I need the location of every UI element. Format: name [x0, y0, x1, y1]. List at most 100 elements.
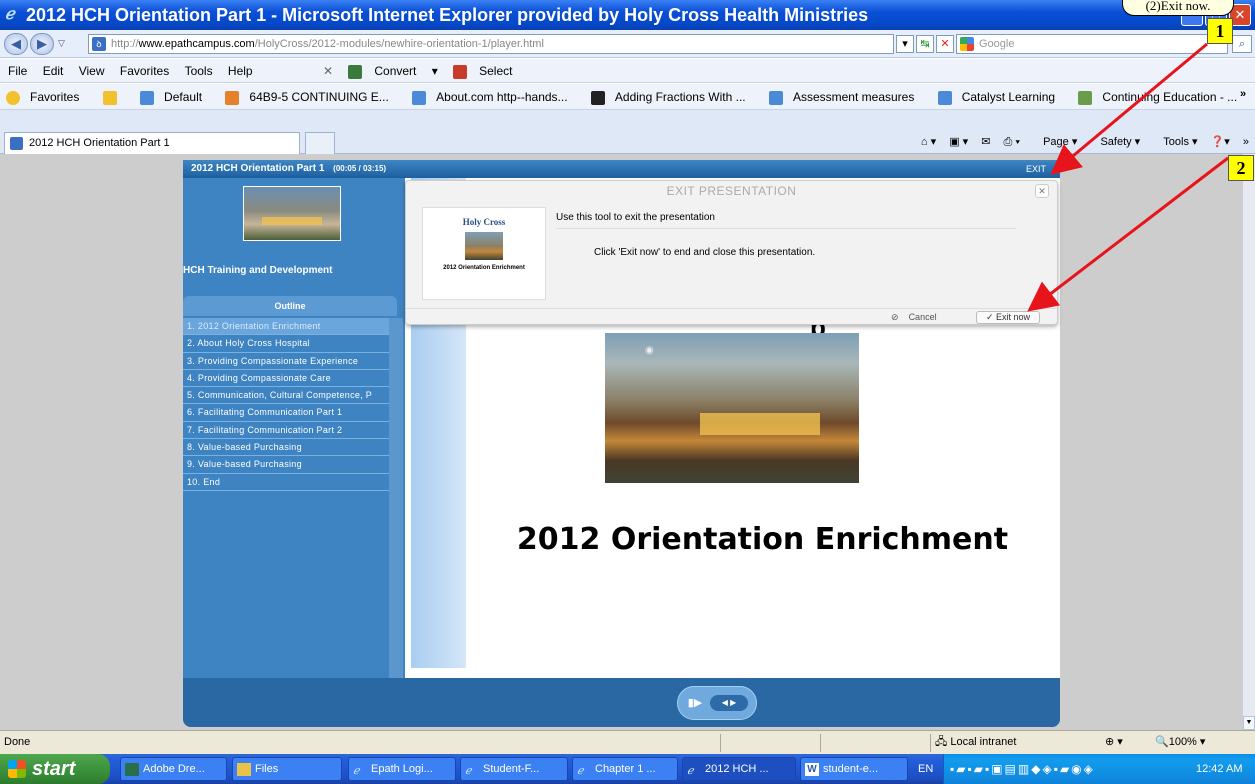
prev-next-icon[interactable]: ◀ ▶	[710, 695, 748, 711]
tools-menu[interactable]: Tools ▾	[1153, 136, 1197, 148]
command-bar: ⌂ ▾ ▣ ▾ ✉ ⎙ ▾ Page ▾ Safety ▾ Tools ▾ ❓▾…	[911, 132, 1249, 152]
history-dropdown-icon[interactable]: ▽	[58, 38, 65, 49]
page-icon	[1078, 90, 1093, 105]
player-title: 2012 HCH Orientation Part 1	[191, 163, 325, 174]
help-icon[interactable]: ❓▾	[1211, 136, 1230, 148]
task-hch-orientation[interactable]: ℯ 2012 HCH ...	[682, 757, 796, 781]
select-button[interactable]: Select	[453, 59, 524, 83]
photo-windows	[700, 413, 820, 435]
thumbnail-windows	[262, 217, 322, 225]
scroll-down-icon[interactable]: ▼	[1243, 716, 1255, 730]
menu-help[interactable]: Help	[228, 59, 253, 83]
status-bar: Done 🖧 Local intranet ⊕ ▾ 🔍100% ▾	[0, 730, 1255, 754]
safety-menu[interactable]: Safety ▾	[1090, 136, 1140, 148]
close-icon[interactable]: ✕	[1035, 184, 1049, 198]
zone-label: Local intranet	[950, 736, 1017, 748]
start-button[interactable]: start	[0, 754, 110, 784]
menu-edit[interactable]: Edit	[43, 59, 64, 83]
page-scrollbar[interactable]: ▼	[1242, 154, 1255, 730]
url-dropdown-icon[interactable]: ▾	[896, 35, 914, 53]
play-pause-icon[interactable]: ▮▶	[686, 694, 704, 712]
task-chapter1[interactable]: ℯ Chapter 1 ...	[572, 757, 678, 781]
exit-link[interactable]: EXIT	[1026, 160, 1046, 178]
refresh-icon[interactable]: ↹	[916, 35, 934, 53]
fav-label: Adding Fractions With ...	[614, 90, 746, 104]
language-indicator[interactable]: EN	[918, 754, 933, 784]
task-epath[interactable]: ℯ Epath Logi...	[348, 757, 456, 781]
task-student-e[interactable]: Wstudent-e...	[800, 757, 908, 781]
print-icon[interactable]: ⎙ ▾	[1004, 136, 1020, 148]
menu-file[interactable]: File	[8, 59, 27, 83]
exit-now-button[interactable]: ✓ Exit now	[976, 311, 1040, 324]
convert-button[interactable]: Convert ▾	[348, 59, 438, 83]
fav-label: Default	[164, 90, 203, 104]
tray-icons[interactable]: ▪▰▪▰▪▣▤▥◆◈▪▰◉◈	[950, 754, 1095, 784]
menu-view[interactable]: View	[79, 59, 105, 83]
outline-item[interactable]: 2. About Holy Cross Hospital	[183, 335, 389, 353]
zone-indicator[interactable]: 🖧 Local intranet	[935, 731, 1016, 753]
task-dreamweaver[interactable]: Adobe Dre...	[120, 757, 227, 781]
menu-favorites[interactable]: Favorites	[120, 59, 169, 83]
star-icon	[6, 90, 20, 105]
outline-item[interactable]: 6. Facilitating Communication Part 1	[183, 404, 389, 422]
photo-sign-icon: ◉	[645, 345, 654, 356]
outline-item[interactable]: 1. 2012 Orientation Enrichment	[183, 318, 389, 336]
mail-icon[interactable]: ✉	[981, 136, 990, 148]
forward-icon[interactable]: ▶	[30, 33, 54, 55]
fav-item-catalyst[interactable]: Catalyst Learning	[937, 84, 1065, 109]
outline-item[interactable]: 7. Facilitating Communication Part 2	[183, 422, 389, 440]
annotation-badge-1: 1	[1207, 18, 1233, 44]
fav-item-about[interactable]: About.com http--hands...	[412, 84, 577, 109]
task-student-f[interactable]: ℯ Student-F...	[460, 757, 568, 781]
chevron-more-icon[interactable]: »	[1240, 88, 1246, 100]
stop-icon[interactable]: ✕	[936, 35, 954, 53]
task-files[interactable]: Files	[232, 757, 342, 781]
cancel-label: Cancel	[908, 312, 937, 322]
favorites-button[interactable]: Favorites	[6, 84, 89, 109]
back-icon[interactable]: ◀	[4, 33, 28, 55]
add-favorite-icon[interactable]	[102, 84, 127, 109]
close-toolbar-icon[interactable]: ✕	[323, 59, 333, 83]
home-icon[interactable]: ⌂ ▾	[921, 136, 936, 148]
tab-orientation[interactable]: 2012 HCH Orientation Part 1	[4, 132, 300, 154]
clock[interactable]: 12:42 AM	[1196, 754, 1242, 784]
feeds-icon[interactable]: ▣ ▾	[949, 136, 968, 148]
fav-item-continuing[interactable]: Continuing Education - ...	[1078, 84, 1247, 109]
outline-tab[interactable]: Outline	[183, 296, 397, 316]
exit-now-label: Exit now	[996, 312, 1031, 322]
fav-item-assessment[interactable]: Assessment measures	[768, 84, 924, 109]
outline-item[interactable]: 8. Value-based Purchasing	[183, 439, 389, 457]
outline-scrollbar[interactable]	[389, 318, 403, 690]
chevron-more-icon[interactable]: »	[1243, 136, 1249, 148]
word-icon: W	[805, 763, 819, 776]
dialog-thumbnail: Holy Cross 2012 Orientation Enrichment	[422, 207, 546, 300]
fav-label: Assessment measures	[792, 90, 915, 104]
safety-label: Safety	[1100, 136, 1132, 148]
fav-item-64b9[interactable]: 64B9-5 CONTINUING E...	[225, 84, 398, 109]
outline-item[interactable]: 3. Providing Compassionate Experience	[183, 353, 389, 370]
menu-tools[interactable]: Tools	[185, 59, 213, 83]
outline-item[interactable]: 4. Providing Compassionate Care	[183, 370, 389, 388]
search-input[interactable]: Google	[956, 34, 1228, 54]
search-go-icon[interactable]: ⌕	[1232, 35, 1252, 53]
cancel-button[interactable]: ⊘ Cancel	[891, 311, 961, 324]
fav-item-default[interactable]: Default	[140, 84, 212, 109]
folder-icon	[237, 763, 251, 776]
page-menu[interactable]: Page ▾	[1033, 136, 1077, 148]
fav-item-fractions[interactable]: Adding Fractions With ...	[590, 84, 756, 109]
ie-page-icon	[140, 90, 155, 105]
outline-item[interactable]: 10. End	[183, 474, 389, 491]
favorites-bar: Favorites Default 64B9-5 CONTINUING E...…	[0, 84, 1255, 110]
task-label: student-e...	[823, 763, 879, 775]
protected-mode-icon[interactable]: ⊕ ▾	[1105, 731, 1123, 753]
zoom-control[interactable]: 🔍100% ▾	[1155, 731, 1205, 753]
new-tab-button[interactable]	[305, 132, 335, 154]
thumb-caption: 2012 Orientation Enrichment	[443, 265, 525, 271]
dialog-divider	[556, 228, 1016, 229]
check-icon: ✓	[985, 312, 994, 322]
outline-item[interactable]: 5. Communication, Cultural Competence, P	[183, 387, 389, 405]
taskbar: start Adobe Dre... Files ℯ Epath Logi... …	[0, 754, 1255, 784]
outline-item[interactable]: 9. Value-based Purchasing	[183, 456, 389, 474]
url-input[interactable]: ꝺ http://www.epathcampus.com/HolyCross/2…	[88, 34, 894, 54]
window-title-bar[interactable]: ℯ 2012 HCH Orientation Part 1 - Microsof…	[0, 0, 1255, 30]
